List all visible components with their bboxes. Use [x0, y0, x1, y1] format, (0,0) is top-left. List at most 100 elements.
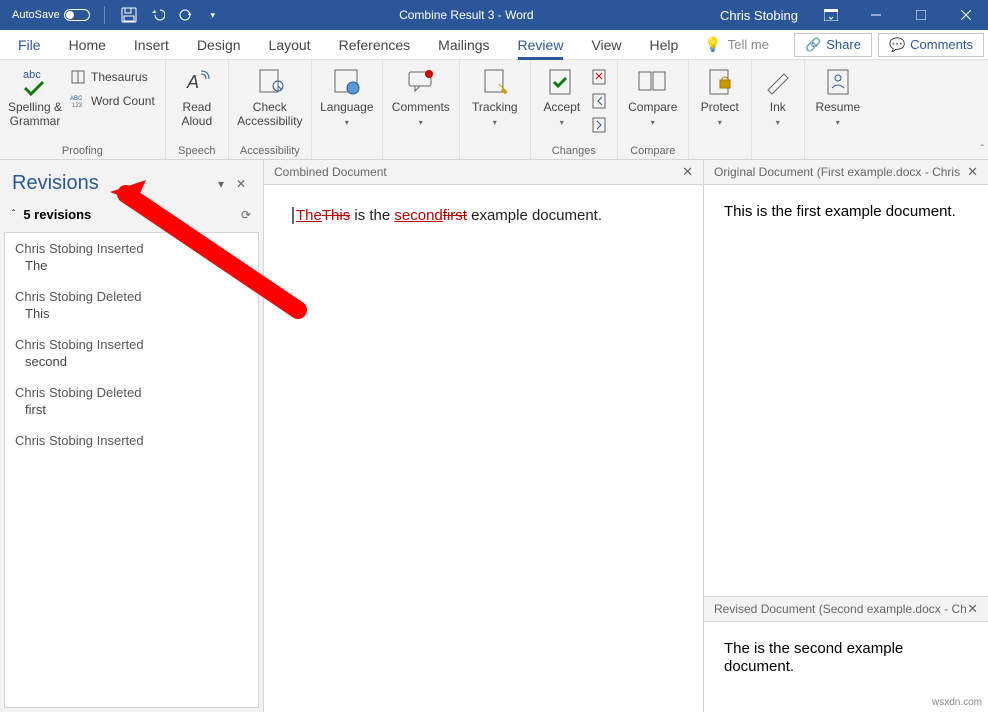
revision-item[interactable]: Chris Stobing Inserted — [5, 425, 258, 458]
tab-mailings[interactable]: Mailings — [424, 30, 503, 60]
close-pane-icon[interactable]: ✕ — [682, 164, 693, 180]
watermark: wsxdn.com — [932, 697, 982, 708]
inserted-text: The — [296, 207, 322, 224]
share-icon: 🔗 — [805, 37, 821, 53]
refresh-icon[interactable]: ⟳ — [241, 208, 251, 222]
close-button[interactable] — [943, 0, 988, 30]
combined-doc-title: Combined Document — [274, 165, 387, 179]
ribbon: abc Spelling & Grammar Thesaurus ABC123 … — [0, 60, 988, 160]
undo-icon[interactable] — [147, 5, 167, 25]
revised-doc-title: Revised Document (Second example.docx - … — [714, 602, 967, 616]
share-button[interactable]: 🔗 Share — [794, 33, 872, 57]
thesaurus-button[interactable]: Thesaurus — [66, 66, 159, 88]
read-aloud-icon: A — [181, 66, 213, 98]
ink-button[interactable]: Ink▾ — [758, 62, 798, 129]
user-name[interactable]: Chris Stobing — [710, 8, 808, 23]
chevron-down-icon: ▾ — [560, 118, 564, 127]
group-accessibility-label: Accessibility — [235, 145, 305, 159]
reject-button[interactable] — [589, 66, 611, 88]
spelling-grammar-button[interactable]: abc Spelling & Grammar — [6, 62, 64, 129]
collapse-revisions-icon[interactable]: ˆ — [12, 209, 15, 220]
redo-icon[interactable] — [175, 5, 195, 25]
original-document-body[interactable]: This is the first example document. — [704, 185, 988, 596]
accept-button[interactable]: Accept▾ — [537, 62, 587, 129]
comment-icon: 💬 — [889, 37, 905, 53]
svg-text:A: A — [186, 72, 199, 92]
language-button[interactable]: Language▾ — [318, 62, 376, 129]
group-proofing-label: Proofing — [6, 145, 159, 159]
maximize-button[interactable] — [898, 0, 943, 30]
tell-me-search[interactable]: 💡 Tell me — [692, 36, 781, 53]
lock-icon — [704, 66, 736, 98]
revision-item[interactable]: Chris Stobing Insertedsecond — [5, 329, 258, 377]
group-speech-label: Speech — [172, 145, 222, 159]
collapse-ribbon-icon[interactable]: ˆ — [981, 144, 984, 155]
work-area: Revisions ▾ ✕ ˆ 5 revisions ⟳ Chris Stob… — [0, 160, 988, 712]
compare-icon — [637, 66, 669, 98]
comments-button[interactable]: 💬 Comments — [878, 33, 984, 57]
combined-document-pane: Combined Document ✕ TheThis is the secon… — [264, 160, 704, 712]
original-doc-title: Original Document (First example.docx - … — [714, 165, 960, 179]
share-label: Share — [826, 37, 861, 52]
right-pane: Original Document (First example.docx - … — [704, 160, 988, 712]
word-count-icon: ABC123 — [70, 93, 86, 109]
accessibility-icon — [254, 66, 286, 98]
inserted-text: second — [394, 207, 442, 224]
tab-review[interactable]: Review — [504, 30, 578, 60]
svg-text:ABC: ABC — [70, 96, 83, 102]
tab-insert[interactable]: Insert — [120, 30, 183, 60]
pane-options-icon[interactable]: ▾ — [211, 174, 231, 194]
word-count-button[interactable]: ABC123 Word Count — [66, 90, 159, 112]
minimize-button[interactable] — [853, 0, 898, 30]
chevron-down-icon: ▾ — [776, 118, 780, 127]
compare-button[interactable]: Compare▾ — [624, 62, 682, 129]
title-bar: AutoSave ▾ Combine Result 3 - Word Chris… — [0, 0, 988, 30]
previous-change-button[interactable] — [589, 90, 611, 112]
revisions-list: Chris Stobing InsertedThe Chris Stobing … — [4, 232, 259, 708]
chevron-down-icon: ▾ — [651, 118, 655, 127]
qat-customize-icon[interactable]: ▾ — [203, 5, 223, 25]
new-comment-icon — [405, 66, 437, 98]
resume-button[interactable]: Resume▾ — [811, 62, 865, 129]
revision-item[interactable]: Chris Stobing Deletedfirst — [5, 377, 258, 425]
revisions-pane: Revisions ▾ ✕ ˆ 5 revisions ⟳ Chris Stob… — [0, 160, 264, 712]
abc-check-icon: abc — [19, 66, 51, 98]
revision-item[interactable]: Chris Stobing DeletedThis — [5, 281, 258, 329]
comments-dropdown-button[interactable]: Comments▾ — [389, 62, 453, 129]
tab-design[interactable]: Design — [183, 30, 255, 60]
lightbulb-icon: 💡 — [704, 36, 721, 53]
tab-file[interactable]: File — [4, 30, 55, 60]
tab-home[interactable]: Home — [55, 30, 120, 60]
book-icon — [70, 69, 86, 85]
chevron-down-icon: ▾ — [493, 118, 497, 127]
tab-help[interactable]: Help — [636, 30, 693, 60]
close-pane-icon[interactable]: ✕ — [967, 164, 978, 180]
protect-button[interactable]: Protect▾ — [695, 62, 745, 129]
toggle-off-icon — [64, 9, 90, 21]
globe-icon — [331, 66, 363, 98]
svg-text:abc: abc — [23, 69, 41, 81]
revisions-count: 5 revisions — [23, 207, 91, 222]
autosave-toggle[interactable]: AutoSave — [12, 9, 90, 21]
tab-view[interactable]: View — [577, 30, 635, 60]
close-pane-icon[interactable]: ✕ — [967, 601, 978, 617]
chevron-down-icon: ▾ — [345, 118, 349, 127]
svg-text:123: 123 — [72, 103, 83, 109]
revisions-title: Revisions — [12, 172, 211, 195]
deleted-text: first — [443, 207, 467, 224]
chevron-down-icon: ▾ — [419, 118, 423, 127]
next-change-button[interactable] — [589, 114, 611, 136]
revision-item[interactable]: Chris Stobing InsertedThe — [5, 233, 258, 281]
combined-document-body[interactable]: TheThis is the secondfirst example docum… — [264, 185, 703, 712]
tracking-button[interactable]: Tracking▾ — [466, 62, 524, 129]
ribbon-display-options-icon[interactable] — [808, 0, 853, 30]
read-aloud-button[interactable]: A Read Aloud — [172, 62, 222, 129]
save-icon[interactable] — [119, 5, 139, 25]
pen-icon — [762, 66, 794, 98]
close-pane-icon[interactable]: ✕ — [231, 174, 251, 194]
ribbon-tabs: File Home Insert Design Layout Reference… — [0, 30, 988, 60]
tab-references[interactable]: References — [325, 30, 425, 60]
autosave-label: AutoSave — [12, 9, 60, 21]
check-accessibility-button[interactable]: Check Accessibility — [235, 62, 305, 129]
tab-layout[interactable]: Layout — [255, 30, 325, 60]
